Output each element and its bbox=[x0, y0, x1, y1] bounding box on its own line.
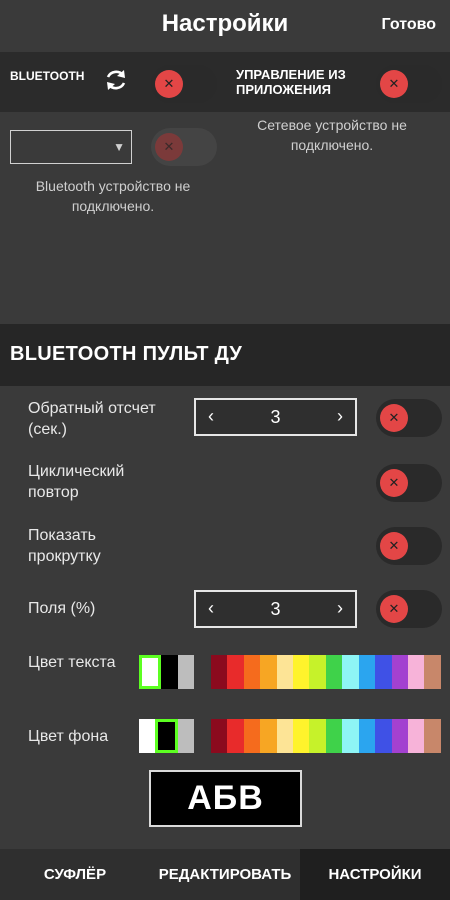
color-swatch[interactable] bbox=[227, 655, 244, 689]
color-swatch[interactable] bbox=[358, 655, 376, 689]
text-color-palette bbox=[139, 655, 441, 689]
close-icon: ✕ bbox=[380, 70, 408, 98]
color-swatch[interactable] bbox=[139, 655, 162, 689]
color-swatch[interactable] bbox=[260, 655, 277, 689]
app-control-toggle[interactable]: ✕ bbox=[376, 65, 442, 103]
color-swatch[interactable] bbox=[375, 719, 392, 753]
network-status: Сетевое устройство не подключено. bbox=[257, 117, 407, 153]
color-swatch[interactable] bbox=[358, 719, 376, 753]
close-icon: ✕ bbox=[155, 133, 183, 161]
preview-box: АБВ bbox=[149, 770, 302, 827]
chevron-right-icon[interactable]: › bbox=[337, 406, 343, 427]
close-icon: ✕ bbox=[380, 404, 408, 432]
color-swatch[interactable] bbox=[177, 719, 195, 753]
color-swatch[interactable] bbox=[408, 719, 425, 753]
margins-label: Поля (%) bbox=[28, 600, 96, 617]
loop-label: Циклический повтор bbox=[28, 463, 125, 501]
refresh-icon[interactable] bbox=[102, 66, 130, 94]
bluetooth-status: Bluetooth устройство не подключено. bbox=[35, 178, 191, 214]
chevron-right-icon[interactable]: › bbox=[337, 598, 343, 619]
margins-toggle[interactable]: ✕ bbox=[376, 590, 442, 628]
countdown-toggle[interactable]: ✕ bbox=[376, 399, 442, 437]
color-swatch[interactable] bbox=[243, 655, 261, 689]
color-swatch[interactable] bbox=[210, 719, 228, 753]
color-swatch[interactable] bbox=[292, 719, 310, 753]
color-swatch[interactable] bbox=[210, 655, 228, 689]
tab-edit[interactable]: РЕДАКТИРОВАТЬ bbox=[150, 849, 300, 900]
color-swatch[interactable] bbox=[292, 655, 310, 689]
preview-text: АБВ bbox=[187, 779, 264, 817]
color-swatch[interactable] bbox=[342, 655, 359, 689]
color-swatch[interactable] bbox=[325, 655, 343, 689]
device-toggle[interactable]: ✕ bbox=[151, 128, 217, 166]
color-swatch[interactable] bbox=[139, 719, 156, 753]
color-swatch[interactable] bbox=[194, 719, 211, 753]
tab-settings[interactable]: НАСТРОЙКИ bbox=[300, 849, 450, 900]
color-swatch[interactable] bbox=[375, 655, 392, 689]
color-swatch[interactable] bbox=[391, 719, 408, 753]
text-color-label: Цвет текста bbox=[28, 654, 116, 671]
bg-color-label: Цвет фона bbox=[28, 728, 109, 745]
color-swatch[interactable] bbox=[424, 655, 441, 689]
color-swatch[interactable] bbox=[194, 655, 211, 689]
color-swatch[interactable] bbox=[408, 655, 425, 689]
close-icon: ✕ bbox=[380, 595, 408, 623]
app-control-label: УПРАВЛЕНИЕ ИЗ ПРИЛОЖЕНИЯ bbox=[236, 67, 346, 97]
show-scroll-label: Показать прокрутку bbox=[28, 527, 101, 565]
bluetooth-toggle[interactable]: ✕ bbox=[151, 65, 217, 103]
color-swatch[interactable] bbox=[177, 655, 195, 689]
color-swatch[interactable] bbox=[391, 655, 408, 689]
chevron-down-icon: ▼ bbox=[113, 140, 125, 154]
countdown-label: Обратный отсчет (сек.) bbox=[28, 400, 156, 438]
color-swatch[interactable] bbox=[155, 719, 178, 753]
color-swatch[interactable] bbox=[325, 719, 343, 753]
color-swatch[interactable] bbox=[342, 719, 359, 753]
show-scroll-toggle[interactable]: ✕ bbox=[376, 527, 442, 565]
bg-color-palette bbox=[139, 719, 441, 753]
color-swatch[interactable] bbox=[161, 655, 178, 689]
close-icon: ✕ bbox=[155, 70, 183, 98]
tab-prompter[interactable]: СУФЛЁР bbox=[0, 849, 150, 900]
color-swatch[interactable] bbox=[276, 719, 293, 753]
color-swatch[interactable] bbox=[276, 655, 293, 689]
loop-toggle[interactable]: ✕ bbox=[376, 464, 442, 502]
color-swatch[interactable] bbox=[424, 719, 441, 753]
margins-stepper: ‹ 3 › bbox=[194, 590, 357, 628]
close-icon: ✕ bbox=[380, 532, 408, 560]
done-button[interactable]: Готово bbox=[382, 16, 436, 34]
section-title: BLUETOOTH ПУЛЬТ ДУ bbox=[10, 343, 243, 365]
color-swatch[interactable] bbox=[227, 719, 244, 753]
color-swatch[interactable] bbox=[260, 719, 277, 753]
color-swatch[interactable] bbox=[309, 719, 326, 753]
bluetooth-label: BLUETOOTH bbox=[10, 69, 85, 83]
margins-value: 3 bbox=[270, 599, 281, 619]
color-swatch[interactable] bbox=[243, 719, 261, 753]
close-icon: ✕ bbox=[380, 469, 408, 497]
device-select[interactable]: ▼ bbox=[10, 130, 132, 164]
color-swatch[interactable] bbox=[309, 655, 326, 689]
countdown-stepper: ‹ 3 › bbox=[194, 398, 357, 436]
countdown-value: 3 bbox=[270, 407, 281, 427]
bottom-nav: СУФЛЁР РЕДАКТИРОВАТЬ НАСТРОЙКИ bbox=[0, 849, 450, 900]
